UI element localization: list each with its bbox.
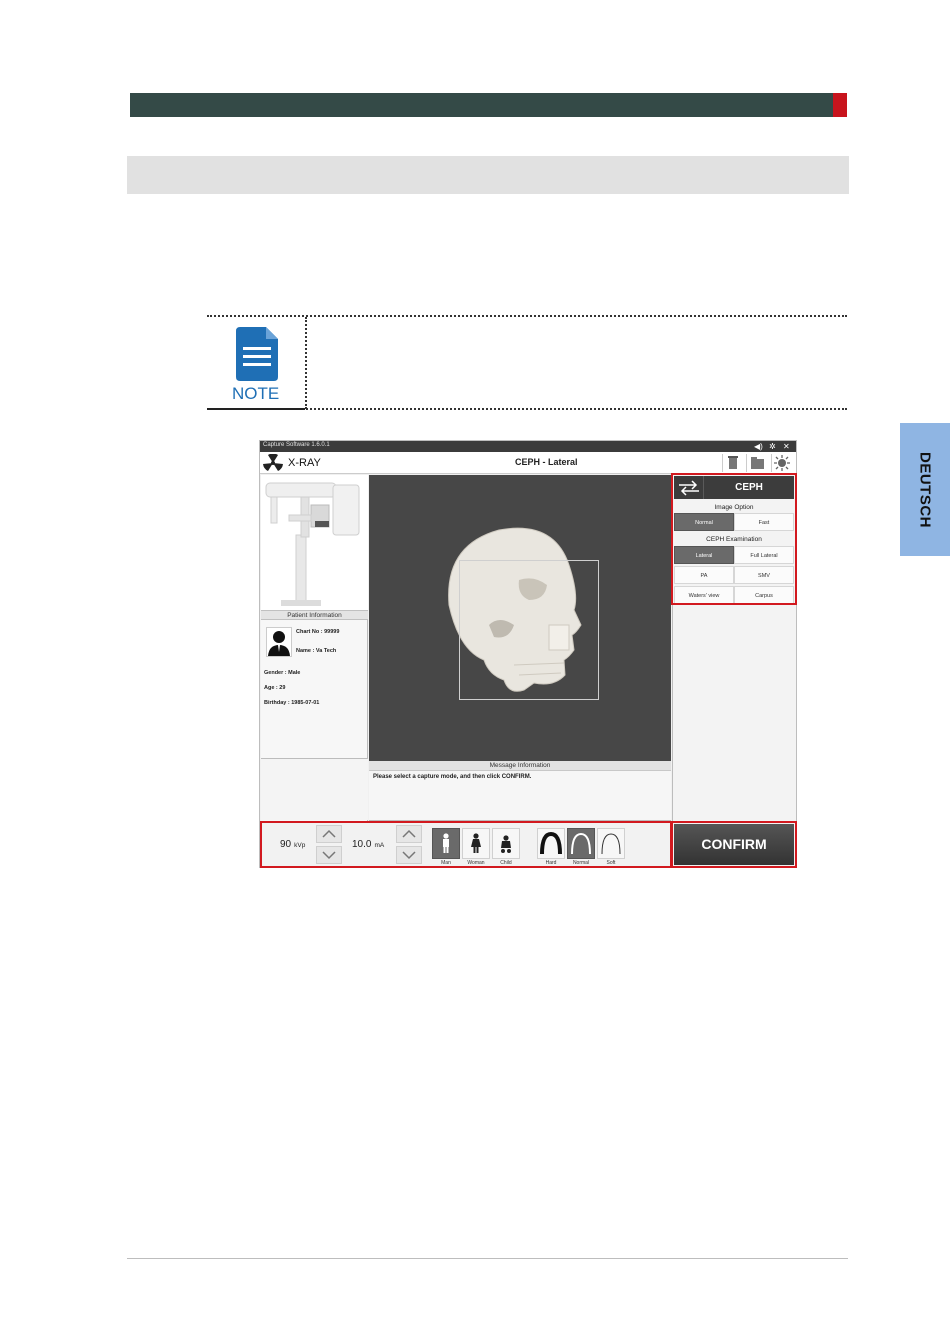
message-text: Please select a capture mode, and then c…: [373, 774, 532, 780]
subsection-band: [127, 156, 849, 194]
patient-info-header: Patient Information: [261, 610, 368, 620]
window-titlebar: Capture Software 1.6.0.1 ◀) ✲ ✕: [260, 441, 796, 452]
language-tab[interactable]: DEUTSCH: [900, 423, 950, 556]
speaker-icon[interactable]: ◀): [754, 441, 763, 452]
section-header-accent: [833, 93, 847, 117]
confirm-button[interactable]: CONFIRM: [674, 824, 794, 865]
note-box: [207, 315, 847, 410]
capture-mode-title: CEPH - Lateral: [515, 457, 578, 467]
window-title: Capture Software 1.6.0.1: [263, 442, 330, 448]
patient-age: Age : 29: [264, 685, 286, 691]
image-viewport: [369, 475, 671, 761]
patient-gender: Gender : Male: [264, 670, 301, 676]
note-divider: [305, 317, 307, 409]
note-label: NOTE: [232, 384, 280, 403]
capture-area-frame[interactable]: [459, 560, 599, 700]
exposure-highlight-frame: [260, 821, 672, 868]
patient-panel: Patient Information Chart No : 99999 Nam…: [261, 475, 368, 865]
capture-software-window: Capture Software 1.6.0.1 ◀) ✲ ✕ X-RAY CE…: [259, 440, 797, 868]
sun-icon: [774, 455, 790, 471]
patient-birthday: Birthday : 1985-07-01: [264, 700, 320, 706]
folder-button[interactable]: [746, 454, 766, 472]
chart-number: Chart No : 99999: [296, 629, 340, 635]
close-icon[interactable]: ✕: [783, 441, 790, 452]
radiation-icon: [263, 454, 283, 471]
trash-button[interactable]: [722, 454, 742, 472]
note-document-icon: [236, 327, 278, 381]
app-toolbar: X-RAY CEPH - Lateral: [260, 452, 796, 474]
message-panel: Message Information Please select a capt…: [369, 761, 671, 821]
language-tab-label: DEUTSCH: [916, 451, 934, 528]
exposure-button[interactable]: [771, 454, 791, 472]
footer-rule: [127, 1258, 848, 1259]
patient-avatar: [266, 627, 292, 657]
app-name: X-RAY: [288, 457, 321, 469]
patient-name: Name : Va Tech: [296, 648, 337, 654]
xray-device-image: [261, 475, 368, 610]
message-header: Message Information: [369, 761, 671, 771]
mode-highlight-frame: [671, 473, 797, 605]
section-header-bar: [130, 93, 846, 117]
gear-icon[interactable]: ✲: [769, 441, 776, 452]
left-lower-panel: [261, 758, 368, 820]
folder-icon: [751, 457, 764, 469]
note-underline: [207, 408, 305, 410]
trash-icon: [728, 456, 738, 469]
